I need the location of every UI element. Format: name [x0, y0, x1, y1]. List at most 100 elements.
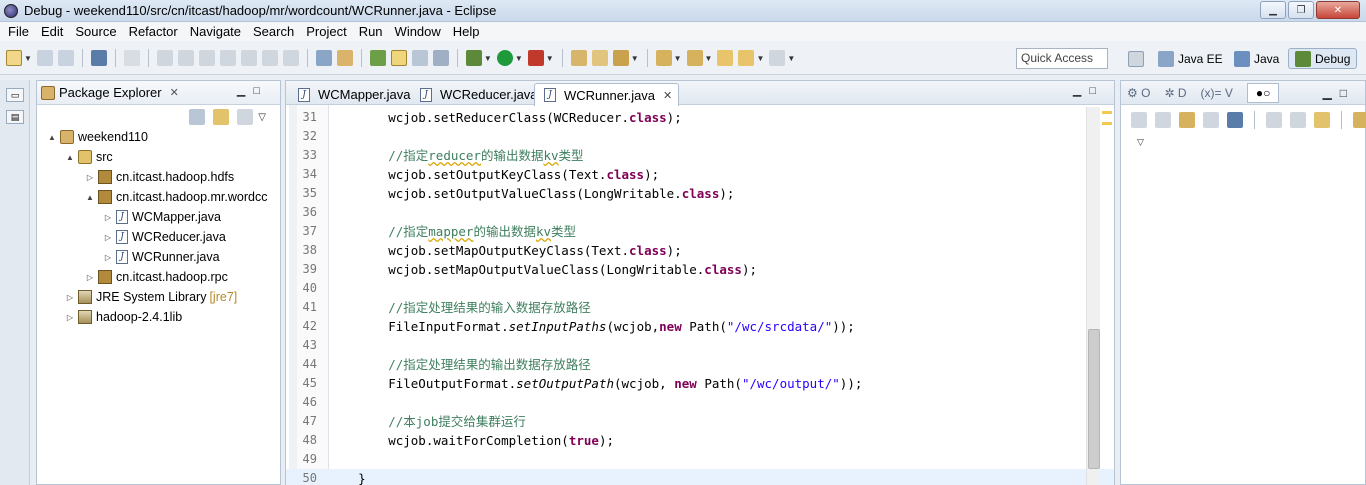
forward-dropdown-icon[interactable]: ▼ [787, 54, 795, 63]
previous-annotation-dropdown-icon[interactable]: ▼ [705, 54, 713, 63]
resume-icon[interactable] [156, 50, 173, 66]
code-line[interactable]: 32 [286, 127, 1114, 146]
expand-icon[interactable]: ▲ [47, 133, 57, 142]
code-text[interactable]: wcjob.setOutputKeyClass(Text.class); [328, 165, 659, 184]
scrollbar-thumb[interactable] [1088, 329, 1100, 469]
code-line[interactable]: 45 FileOutputFormat.setOutputPath(wcjob,… [286, 374, 1114, 393]
tree-item[interactable]: ▷ J WCReducer.java [37, 227, 280, 247]
expand-icon[interactable]: ▷ [85, 173, 95, 182]
search-icon[interactable] [612, 50, 629, 66]
perspective-java-ee[interactable]: Java EE [1158, 48, 1223, 69]
forward-icon[interactable] [769, 50, 786, 66]
code-line[interactable]: 37 //指定mapper的输出数据kv类型 [286, 222, 1114, 241]
code-line[interactable]: 43 [286, 336, 1114, 355]
code-line[interactable]: 48 wcjob.waitForCompletion(true); [286, 431, 1114, 450]
minimize-maximize-icons[interactable]: ▁□ [1073, 84, 1104, 97]
console-icon[interactable] [90, 50, 107, 66]
code-line[interactable]: 49 [286, 450, 1114, 469]
close-button[interactable]: ✕ [1316, 1, 1360, 19]
back-icon[interactable] [738, 50, 755, 66]
menu-run[interactable]: Run [353, 22, 389, 41]
debug-dropdown-icon[interactable]: ▼ [484, 54, 492, 63]
new-java-package-icon[interactable] [570, 50, 587, 66]
tab-breakpoints[interactable]: ●○ [1246, 82, 1280, 103]
skip-breakpoints-icon[interactable] [123, 50, 140, 66]
new-dropdown-icon[interactable]: ▼ [24, 54, 32, 63]
code-text[interactable]: } [328, 469, 366, 485]
expand-icon[interactable]: ▲ [65, 153, 75, 162]
suspend-icon[interactable] [177, 50, 194, 66]
tree-item[interactable]: ▷ J WCMapper.java [37, 207, 280, 227]
code-line[interactable]: 41 //指定处理结果的输入数据存放路径 [286, 298, 1114, 317]
code-text[interactable]: FileInputFormat.setInputPaths(wcjob,new … [328, 317, 855, 336]
code-line[interactable]: 31 wcjob.setReducerClass(WCReducer.class… [286, 108, 1114, 127]
expand-icon[interactable]: ▷ [65, 293, 75, 302]
terminate-icon[interactable] [198, 50, 215, 66]
menu-help[interactable]: Help [447, 22, 486, 41]
remove-icon[interactable] [1131, 112, 1147, 128]
code-text[interactable]: wcjob.waitForCompletion(true); [328, 431, 614, 450]
run-icon[interactable] [496, 50, 513, 66]
tree-item[interactable]: ▲ cn.itcast.hadoop.mr.wordcc [37, 187, 280, 207]
open-folder-icon[interactable] [591, 50, 608, 66]
collapse-all-icon[interactable] [189, 109, 206, 125]
minimize-maximize-icons[interactable]: ▁□ [237, 84, 268, 97]
menu-edit[interactable]: Edit [35, 22, 69, 41]
code-text[interactable]: wcjob.setMapOutputValueClass(LongWritabl… [328, 260, 757, 279]
tree-item[interactable]: ▷ hadoop-2.4.1lib [37, 307, 280, 327]
tree-item[interactable]: ▷ JRE System Library [jre7] [37, 287, 280, 307]
next-annotation-icon[interactable] [655, 50, 672, 66]
remove-all-icon[interactable] [1155, 112, 1171, 128]
code-text[interactable]: wcjob.setOutputValueClass(LongWritable.c… [328, 184, 734, 203]
minimized-view-icon[interactable]: ▤ [6, 110, 24, 124]
code-line[interactable]: 34 wcjob.setOutputKeyClass(Text.class); [286, 165, 1114, 184]
search-dropdown-icon[interactable]: ▼ [631, 54, 639, 63]
code-text[interactable]: wcjob.setReducerClass(WCReducer.class); [328, 108, 682, 127]
external-tools-icon[interactable] [527, 50, 544, 66]
step-over-icon[interactable] [261, 50, 278, 66]
code-line[interactable]: 47 //本job提交给集群运行 [286, 412, 1114, 431]
menu-search[interactable]: Search [247, 22, 300, 41]
step-into-icon[interactable] [240, 50, 257, 66]
code-line[interactable]: 44 //指定处理结果的输出数据存放路径 [286, 355, 1114, 374]
run-dropdown-icon[interactable]: ▼ [515, 54, 523, 63]
perspective-java[interactable]: Java [1234, 48, 1279, 69]
code-line[interactable]: 40 [286, 279, 1114, 298]
tree-item[interactable]: ▷ cn.itcast.hadoop.hdfs [37, 167, 280, 187]
code-line[interactable]: 35 wcjob.setOutputValueClass(LongWritabl… [286, 184, 1114, 203]
code-text[interactable]: //指定reducer的输出数据kv类型 [328, 146, 583, 165]
code-text[interactable]: //指定处理结果的输出数据存放路径 [328, 355, 591, 374]
close-icon[interactable]: ✕ [170, 86, 179, 99]
code-text[interactable]: FileOutputFormat.setOutputPath(wcjob, ne… [328, 374, 862, 393]
filter-dropdown-icon[interactable]: ▽ [1137, 137, 1144, 148]
last-edit-location-icon[interactable] [717, 50, 734, 66]
toggle-block-selection-icon[interactable] [411, 50, 428, 66]
previous-annotation-icon[interactable] [686, 50, 703, 66]
open-perspective-icon[interactable] [1128, 51, 1144, 67]
code-line[interactable]: 42 FileInputFormat.setInputPaths(wcjob,n… [286, 317, 1114, 336]
new-icon[interactable] [6, 50, 22, 66]
expand-icon[interactable]: ▲ [85, 193, 95, 202]
open-type-icon[interactable] [369, 50, 386, 66]
tree-item[interactable]: ▲ weekend110 [37, 127, 280, 147]
show-whitespace-icon[interactable] [432, 50, 449, 66]
link-with-editor-icon[interactable] [213, 109, 230, 125]
menu-source[interactable]: Source [69, 22, 122, 41]
warning-marker[interactable] [1102, 111, 1112, 114]
save-all-icon[interactable] [57, 50, 74, 66]
menu-file[interactable]: File [2, 22, 35, 41]
tab-wcrunner[interactable]: J WCRunner.java ✕ [534, 83, 680, 106]
code-text[interactable]: //指定mapper的输出数据kv类型 [328, 222, 576, 241]
show-supported-icon[interactable] [1179, 112, 1195, 128]
external-tools-dropdown-icon[interactable]: ▼ [546, 54, 554, 63]
tree-item[interactable]: ▷ cn.itcast.hadoop.rpc [37, 267, 280, 287]
tab-debug[interactable]: ✲ D [1164, 86, 1186, 100]
tab-outline[interactable]: ⚙ O [1127, 86, 1150, 100]
menu-refactor[interactable]: Refactor [123, 22, 184, 41]
back-dropdown-icon[interactable]: ▼ [756, 54, 764, 63]
view-menu-icon[interactable]: ▽ [258, 112, 266, 123]
focus-icon[interactable] [237, 109, 254, 125]
code-area[interactable]: 31 wcjob.setReducerClass(WCReducer.class… [286, 105, 1114, 485]
next-annotation-dropdown-icon[interactable]: ▼ [674, 54, 682, 63]
code-line[interactable]: 46 [286, 393, 1114, 412]
